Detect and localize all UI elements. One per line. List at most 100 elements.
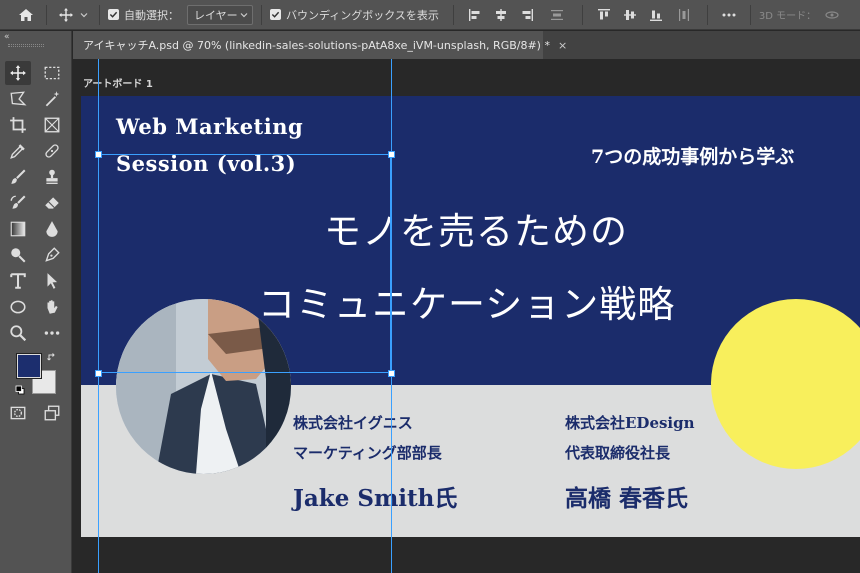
default-colors-icon[interactable] xyxy=(15,385,25,395)
distribute-vertical-icon[interactable] xyxy=(540,0,574,30)
ellipse-icon xyxy=(10,300,26,314)
transform-handle[interactable] xyxy=(95,370,102,377)
frame-tool[interactable] xyxy=(39,113,65,137)
history-brush-tool[interactable] xyxy=(5,191,31,215)
magic-wand-icon xyxy=(45,91,60,107)
gradient-tool[interactable] xyxy=(5,217,31,241)
align-bottom-edges-icon[interactable] xyxy=(643,0,669,30)
eyedropper-icon xyxy=(10,144,25,159)
divider xyxy=(706,4,708,25)
clone-stamp-icon xyxy=(46,169,58,184)
speaker1-title: マーケティング部部長 xyxy=(293,444,442,462)
align-left-edges-icon[interactable] xyxy=(462,0,488,30)
chevron-down-icon[interactable] xyxy=(77,0,91,30)
eyedropper-tool[interactable] xyxy=(5,139,31,163)
divider xyxy=(261,4,262,25)
zoom-tool[interactable] xyxy=(5,321,31,345)
move-tool[interactable] xyxy=(5,61,31,85)
foreground-color-swatch[interactable] xyxy=(16,353,42,379)
close-tab-icon[interactable]: × xyxy=(558,39,567,52)
guide-line[interactable] xyxy=(391,59,392,573)
edit-toolbar-button[interactable] xyxy=(39,321,65,345)
align-vertical-centers-icon[interactable] xyxy=(617,0,643,30)
frame-icon xyxy=(44,117,60,133)
history-brush-icon xyxy=(10,195,26,209)
toolbox: « xyxy=(0,31,72,573)
quick-mask-button[interactable] xyxy=(5,401,31,425)
home-icon[interactable] xyxy=(6,0,46,30)
lasso-tool[interactable] xyxy=(5,87,31,111)
auto-select-label: 自動選択： xyxy=(124,8,179,22)
3d-mode-label: 3D モード： xyxy=(758,11,817,22)
rectangle-marquee-icon xyxy=(44,66,60,80)
auto-select-target-value: レイヤー xyxy=(194,8,238,22)
type-icon xyxy=(10,273,26,289)
screen-mode-button[interactable] xyxy=(39,401,65,425)
distribute-horizontal-icon[interactable] xyxy=(669,0,699,30)
show-transform-controls-checkbox[interactable] xyxy=(270,9,281,20)
path-selection-tool[interactable] xyxy=(39,269,65,293)
blur-tool[interactable] xyxy=(39,217,65,241)
divider xyxy=(46,4,47,25)
hand-icon xyxy=(47,300,58,314)
subtitle-text: 7つの成功事例から学ぶ xyxy=(591,146,795,168)
pen-icon xyxy=(45,247,60,262)
crop-tool[interactable] xyxy=(5,113,31,137)
document-tab-bar: アイキャッチA.psd @ 70% (linkedin-sales-soluti… xyxy=(73,31,860,59)
transform-handle[interactable] xyxy=(388,151,395,158)
artboard-label[interactable]: アートボード 1 xyxy=(83,75,153,90)
healing-brush-tool[interactable] xyxy=(39,139,65,163)
eraser-tool[interactable] xyxy=(39,191,65,215)
speaker2-name: 高橋 春香氏 xyxy=(565,485,689,512)
divider xyxy=(99,4,100,25)
dodge-tool[interactable] xyxy=(5,243,31,267)
collapse-panel-icon[interactable]: « xyxy=(4,32,10,42)
chevron-down-icon xyxy=(240,12,248,17)
screen-mode-icon xyxy=(44,405,60,421)
pen-tool[interactable] xyxy=(39,243,65,267)
3d-orbit-icon[interactable] xyxy=(822,0,842,30)
align-top-edges-icon[interactable] xyxy=(591,0,617,30)
speaker2-title: 代表取締役社長 xyxy=(565,444,671,462)
auto-select-target-dropdown[interactable]: レイヤー xyxy=(187,4,253,25)
event-title-line1: Web Marketing xyxy=(116,114,304,139)
type-tool[interactable] xyxy=(5,269,31,293)
divider xyxy=(452,4,454,25)
divider xyxy=(749,4,751,25)
gradient-icon xyxy=(10,221,26,237)
blur-drop-icon xyxy=(46,221,58,237)
options-bar: 自動選択： レイヤー バウンディングボックスを表示 3D モード： xyxy=(0,0,860,30)
show-transform-controls-label: バウンディングボックスを表示 xyxy=(286,8,439,22)
align-horizontal-centers-icon[interactable] xyxy=(488,0,514,30)
bandage-icon xyxy=(45,144,59,158)
transform-handle[interactable] xyxy=(388,370,395,377)
polygonal-lasso-icon xyxy=(10,91,27,106)
brush-tool[interactable] xyxy=(5,165,31,189)
magnifier-icon xyxy=(10,325,27,342)
more-options-icon[interactable] xyxy=(716,0,742,30)
document-tab-title: アイキャッチA.psd @ 70% (linkedin-sales-soluti… xyxy=(83,39,550,52)
more-tools-icon xyxy=(44,331,60,335)
move-icon xyxy=(10,65,26,81)
stamp-tool[interactable] xyxy=(39,165,65,189)
canvas-area[interactable]: アートボード 1 Web Marketing Session (vol.3) 7… xyxy=(73,59,860,573)
move-tool-preset-icon[interactable] xyxy=(55,0,77,30)
hand-tool[interactable] xyxy=(39,295,65,319)
shape-tool[interactable] xyxy=(5,295,31,319)
document-tab[interactable]: アイキャッチA.psd @ 70% (linkedin-sales-soluti… xyxy=(73,31,567,59)
transform-handle[interactable] xyxy=(95,151,102,158)
panel-grip[interactable] xyxy=(8,44,44,47)
magic-wand-tool[interactable] xyxy=(39,87,65,111)
eraser-icon xyxy=(45,197,59,209)
speaker2-company: 株式会社EDesign xyxy=(565,414,695,432)
arrow-cursor-icon xyxy=(47,273,58,289)
transform-bounding-box[interactable] xyxy=(98,154,391,373)
marquee-tool[interactable] xyxy=(39,61,65,85)
divider xyxy=(581,4,583,25)
align-right-edges-icon[interactable] xyxy=(514,0,540,30)
speaker1-name: Jake Smith氏 xyxy=(293,485,458,512)
auto-select-checkbox[interactable] xyxy=(108,9,119,20)
speaker1-company: 株式会社イグニス xyxy=(293,414,413,432)
crop-icon xyxy=(10,117,26,133)
swap-colors-icon[interactable] xyxy=(47,352,57,362)
